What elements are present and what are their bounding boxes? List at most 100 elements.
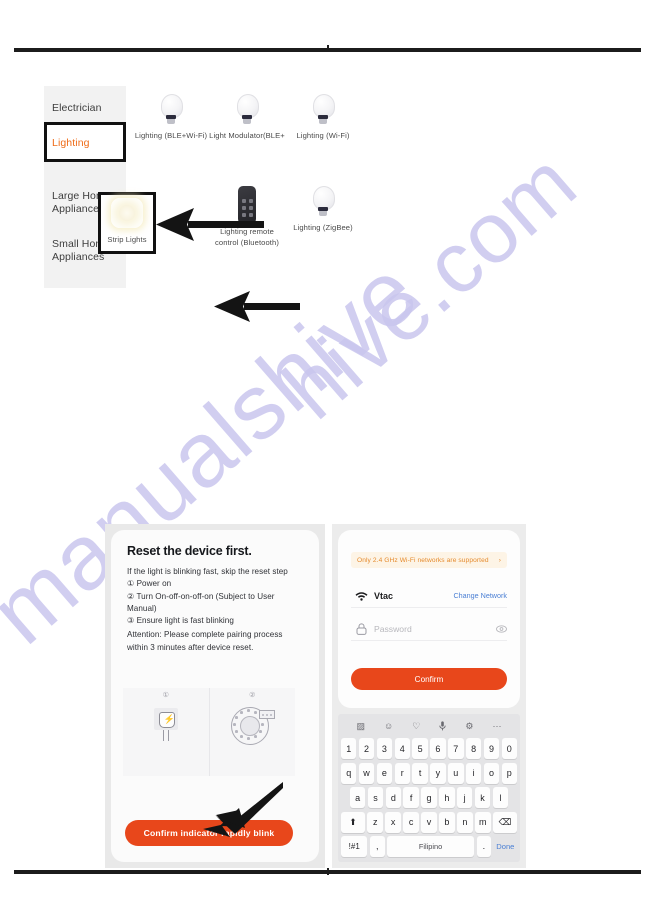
keyboard-row-qwerty: q w e r t y u i o p: [340, 762, 518, 784]
key-4[interactable]: 4: [394, 738, 410, 760]
key-2[interactable]: 2: [358, 738, 375, 760]
key-1[interactable]: 1: [340, 738, 357, 760]
reset-figure-2-label: ②: [249, 692, 256, 699]
key-n[interactable]: n: [457, 811, 473, 833]
reset-figure-1: ① ⚡: [123, 688, 209, 776]
phone-screenshot-wifi-setup: Only 2.4 GHz Wi-Fi networks are supporte…: [332, 524, 526, 868]
keyboard-row-zxcv: ⬆ z x c v b n m ⌫: [341, 811, 517, 833]
device-tile-strip-lights[interactable]: Strip Lights: [98, 192, 156, 254]
symbols-key[interactable]: !#1: [341, 835, 368, 857]
key-f[interactable]: f: [403, 787, 419, 809]
wifi-ssid-value: Vtac: [374, 590, 394, 601]
lock-icon: [351, 622, 371, 635]
key-3[interactable]: 3: [376, 738, 393, 760]
on-screen-keyboard: ▨ ☺ ♡ ⚙ ··· 1 2 3 4 5 6 7 8 9 0 q w e r …: [338, 714, 520, 862]
shift-key[interactable]: ⬆: [341, 811, 366, 833]
power-plug-icon: ⚡: [151, 708, 181, 742]
confirm-button[interactable]: Confirm: [351, 668, 507, 690]
toggle-password-visibility-icon[interactable]: [496, 620, 507, 638]
key-p[interactable]: p: [501, 762, 518, 784]
wifi-24ghz-banner[interactable]: Only 2.4 GHz Wi-Fi networks are supporte…: [351, 552, 507, 568]
bulb-icon: [310, 94, 336, 128]
wifi-setup-card: Only 2.4 GHz Wi-Fi networks are supporte…: [338, 530, 520, 708]
device-grid: Lighting (BLE+Wi-Fi) Light Modulator(BLE…: [130, 86, 364, 288]
bulb-icon: [158, 94, 184, 128]
key-8[interactable]: 8: [465, 738, 482, 760]
strip-light-icon: [107, 198, 147, 232]
change-network-link[interactable]: Change Network: [453, 591, 507, 600]
key-l[interactable]: l: [492, 787, 509, 809]
gif-heart-icon[interactable]: ♡: [412, 722, 420, 731]
sidebar-item-electrician[interactable]: Electrician: [52, 102, 126, 115]
light-strip-coil-icon: [231, 705, 276, 745]
key-b[interactable]: b: [439, 811, 455, 833]
keyboard-row-numbers: 1 2 3 4 5 6 7 8 9 0: [340, 738, 518, 760]
sticker-icon[interactable]: ▨: [357, 722, 366, 731]
key-x[interactable]: x: [385, 811, 401, 833]
key-z[interactable]: z: [367, 811, 383, 833]
key-6[interactable]: 6: [430, 738, 446, 760]
page-rule-tick-bottom: [327, 868, 329, 875]
key-y[interactable]: y: [430, 762, 446, 784]
key-s[interactable]: s: [367, 787, 384, 809]
device-tile-lighting-wifi[interactable]: Lighting (Wi-Fi): [284, 94, 362, 142]
wifi-banner-text: Only 2.4 GHz Wi-Fi networks are supporte…: [357, 556, 489, 564]
key-t[interactable]: t: [412, 762, 428, 784]
key-h[interactable]: h: [439, 787, 455, 809]
key-g[interactable]: g: [421, 787, 437, 809]
key-k[interactable]: k: [474, 787, 491, 809]
device-tile-label: Strip Lights: [107, 235, 147, 244]
device-tile-lighting-zigbee[interactable]: Lighting (ZigBee): [284, 186, 362, 234]
key-r[interactable]: r: [394, 762, 410, 784]
device-picker-screenshot: Electrician Large Home Appliances Small …: [44, 86, 364, 322]
backspace-key[interactable]: ⌫: [492, 811, 517, 833]
sidebar-item-lighting[interactable]: Lighting: [52, 137, 126, 150]
device-tile-label: Lighting (BLE+Wi-Fi): [134, 131, 208, 140]
key-7[interactable]: 7: [448, 738, 464, 760]
period-key[interactable]: .: [476, 835, 492, 857]
key-o[interactable]: o: [483, 762, 500, 784]
key-a[interactable]: a: [349, 787, 366, 809]
device-tile-lighting-ble-wifi[interactable]: Lighting (BLE+Wi-Fi): [132, 94, 210, 142]
annotation-arrow-strip-lights: [214, 291, 300, 322]
page-title: Reset the device first.: [127, 544, 252, 558]
reset-step-1: ① Power on: [127, 579, 172, 589]
key-w[interactable]: w: [358, 762, 375, 784]
category-sidebar: Electrician Large Home Appliances Small …: [44, 86, 126, 288]
key-9[interactable]: 9: [483, 738, 500, 760]
comma-key[interactable]: ,: [369, 835, 385, 857]
reset-step-3: ③ Ensure light is fast blinking: [127, 616, 234, 626]
key-5[interactable]: 5: [412, 738, 428, 760]
wifi-password-row[interactable]: Password: [351, 617, 507, 641]
key-u[interactable]: u: [448, 762, 464, 784]
keyboard-toolbar: ▨ ☺ ♡ ⚙ ···: [341, 718, 517, 735]
microphone-icon[interactable]: [439, 720, 446, 733]
key-i[interactable]: i: [465, 762, 482, 784]
more-icon[interactable]: ···: [492, 722, 501, 731]
key-v[interactable]: v: [421, 811, 437, 833]
keyboard-row-bottom: !#1 , Filipino . Done: [341, 835, 517, 857]
key-c[interactable]: c: [403, 811, 419, 833]
keyboard-row-asdf: a s d f g h j k l: [341, 787, 517, 809]
key-q[interactable]: q: [340, 762, 357, 784]
gear-icon[interactable]: ⚙: [465, 722, 473, 731]
wifi-network-row[interactable]: Vtac Change Network: [351, 584, 507, 608]
device-tile-light-modulator[interactable]: Light Modulator(BLE+: [208, 94, 286, 142]
bulb-icon: [234, 94, 260, 128]
key-d[interactable]: d: [385, 787, 402, 809]
sidebar-item-lighting-highlight-box: Lighting: [44, 122, 126, 162]
space-key[interactable]: Filipino: [387, 835, 475, 857]
key-m[interactable]: m: [475, 811, 491, 833]
key-j[interactable]: j: [456, 787, 473, 809]
done-key[interactable]: Done: [493, 835, 517, 857]
reset-figure-2: ②: [208, 688, 295, 776]
password-input[interactable]: Password: [371, 624, 496, 634]
wifi-icon: [351, 591, 371, 601]
reset-figure-1-label: ①: [162, 692, 169, 699]
key-e[interactable]: e: [376, 762, 393, 784]
reset-intro-text: If the light is blinking fast, skip the …: [127, 567, 288, 576]
emoji-icon[interactable]: ☺: [384, 722, 393, 731]
key-0[interactable]: 0: [501, 738, 518, 760]
reset-attention-text: Attention: Please complete pairing proce…: [127, 630, 283, 652]
device-tile-label: Lighting (Wi-Fi): [296, 131, 350, 140]
